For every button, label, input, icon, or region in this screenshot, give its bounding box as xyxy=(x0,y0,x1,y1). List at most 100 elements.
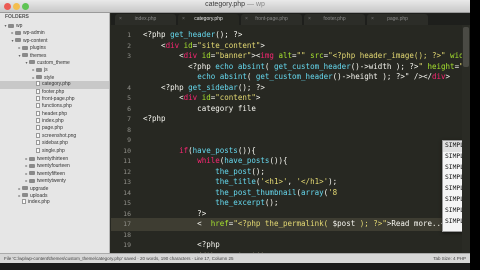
tab-label: index.php xyxy=(134,16,157,22)
status-bar: File 'C:\wp\wp-content\themes\custom_the… xyxy=(0,253,470,263)
close-tab-icon[interactable]: × xyxy=(308,14,311,25)
folder-icon xyxy=(22,53,28,58)
file-icon xyxy=(36,125,40,131)
file-icon xyxy=(36,88,40,94)
close-tab-icon[interactable]: × xyxy=(371,14,374,25)
sidebar-file[interactable]: index.php xyxy=(0,118,109,125)
code-token: "content" xyxy=(215,93,256,102)
editor-tab[interactable]: × page.php xyxy=(367,14,428,25)
tree-item-label: plugins xyxy=(30,45,46,52)
code-token: '<h1>' xyxy=(260,177,288,186)
tree-item-label: sidebar.php xyxy=(42,140,68,147)
editor-tab[interactable]: × front-page.php xyxy=(241,14,302,25)
code-token: > xyxy=(445,72,451,81)
code-token: the_excerpt xyxy=(215,198,265,207)
code-token: <?php xyxy=(143,82,189,92)
tree-item-label: index.php xyxy=(42,118,64,125)
code-token: ( xyxy=(246,72,256,81)
tree-item-label: twentyfifteen xyxy=(37,170,66,177)
code-token: $post xyxy=(332,219,356,228)
code-token: absint xyxy=(237,61,265,71)
window-title: category.php — wp xyxy=(0,1,470,8)
code-token: '</h1>' xyxy=(296,177,329,186)
sidebar-folder[interactable]: ▸ js xyxy=(0,66,109,73)
close-tab-icon[interactable]: × xyxy=(245,14,248,25)
code-token: < xyxy=(143,93,184,102)
editor-tab[interactable]: × category.php xyxy=(178,14,239,25)
code-token: the_title xyxy=(215,177,256,186)
sidebar-folder[interactable]: ▾ wp-content xyxy=(0,37,109,44)
code-token: /></ xyxy=(409,72,432,81)
sidebar-file[interactable]: header.php xyxy=(0,110,109,118)
code-token: div xyxy=(432,72,446,81)
tree-item-label: front-page.php xyxy=(42,95,75,102)
editor-tab[interactable]: × footer.php xyxy=(304,14,365,25)
file-icon xyxy=(36,118,40,124)
sidebar-file[interactable]: functions.php xyxy=(0,103,109,110)
folder-icon xyxy=(29,163,35,168)
code-token: div xyxy=(183,93,198,102)
sidebar-folder[interactable]: ▸ twentytwenty xyxy=(0,177,109,184)
scrollbar-thumb[interactable] xyxy=(463,27,469,67)
sidebar-folder[interactable]: ▸ wp-admin xyxy=(0,29,109,36)
status-right[interactable]: Tab Size: 4 PHP xyxy=(433,254,466,263)
sidebar-file[interactable]: index.php xyxy=(0,199,109,206)
code-token: if xyxy=(179,145,189,155)
editor-window: category.php — wp FOLDERS ▾ wp ▸ wp-admin ▾ w… xyxy=(0,0,470,270)
code-token: id xyxy=(179,40,193,50)
code-token: < xyxy=(143,219,211,228)
folder-icon xyxy=(29,178,35,183)
sidebar-file[interactable]: single.php xyxy=(0,147,109,155)
tree-item-label: index.php xyxy=(28,199,50,206)
sidebar-folder[interactable]: ▸ twentyfifteen xyxy=(0,170,109,177)
folder-icon xyxy=(29,171,35,176)
sidebar-folder[interactable]: ▸ twentythirteen xyxy=(0,155,109,162)
code-token: <?php xyxy=(143,114,166,123)
close-tab-icon[interactable]: × xyxy=(182,14,185,25)
sidebar-file[interactable]: category.php xyxy=(0,81,109,89)
code-token: (); ?> xyxy=(237,82,265,92)
code-token: the_post_thumbnail xyxy=(215,187,297,197)
code-token: ( xyxy=(264,61,274,71)
dock-strip xyxy=(0,263,470,270)
sidebar-folder[interactable]: ▸ style xyxy=(0,74,109,81)
tree-item-label: single.php xyxy=(42,147,65,154)
code-token: the_post xyxy=(215,166,252,176)
code-token: div xyxy=(165,40,180,50)
close-tab-icon[interactable]: × xyxy=(119,14,122,25)
tree-item-label: twentyfourteen xyxy=(37,163,70,170)
sidebar-folder[interactable]: ▸ uploads xyxy=(0,192,109,199)
folder-icon xyxy=(8,23,14,28)
sidebar-file[interactable]: sidebar.php xyxy=(0,140,109,147)
sidebar-folder[interactable]: ▾ themes xyxy=(0,52,109,59)
sidebar-folder[interactable]: ▸ plugins xyxy=(0,44,109,51)
title-bar: category.php — wp xyxy=(0,0,470,13)
sidebar-folder[interactable]: ▾ wp xyxy=(0,22,109,29)
sidebar-file[interactable]: page.php xyxy=(0,125,109,132)
file-icon xyxy=(36,81,40,87)
sidebar-file[interactable]: front-page.php xyxy=(0,95,109,103)
sidebar-folder[interactable]: ▸ twentyfourteen xyxy=(0,162,109,169)
tree-item-label: uploads xyxy=(30,192,48,199)
sidebar-file[interactable]: footer.php xyxy=(0,88,109,96)
code-token: div xyxy=(183,51,198,60)
code-token: ()->width ); ?> xyxy=(350,61,419,71)
folder-icon xyxy=(22,186,28,191)
code-token: src xyxy=(305,51,324,60)
tree-item-label: style xyxy=(44,74,55,81)
sidebar-folder[interactable]: ▾ custom_theme xyxy=(0,59,109,66)
editor-tab[interactable]: × index.php xyxy=(115,14,176,25)
code-token: echo xyxy=(215,61,234,71)
code-editor[interactable]: 1 <?php get_header(); ?> 2 <div id="site_c… xyxy=(111,25,470,253)
tree-item-label: twentythirteen xyxy=(37,156,69,163)
vertical-scrollbar[interactable] xyxy=(462,25,470,253)
code-token: have_posts xyxy=(192,145,238,155)
folder-icon xyxy=(36,67,42,72)
code-token: ()){ xyxy=(269,156,288,165)
code-token: href xyxy=(210,219,229,228)
code-token: id xyxy=(197,93,211,102)
tab-label: page.php xyxy=(387,16,408,22)
sidebar-file[interactable]: screenshot.png xyxy=(0,132,109,140)
sidebar-folder[interactable]: ▸ upgrade xyxy=(0,185,109,192)
